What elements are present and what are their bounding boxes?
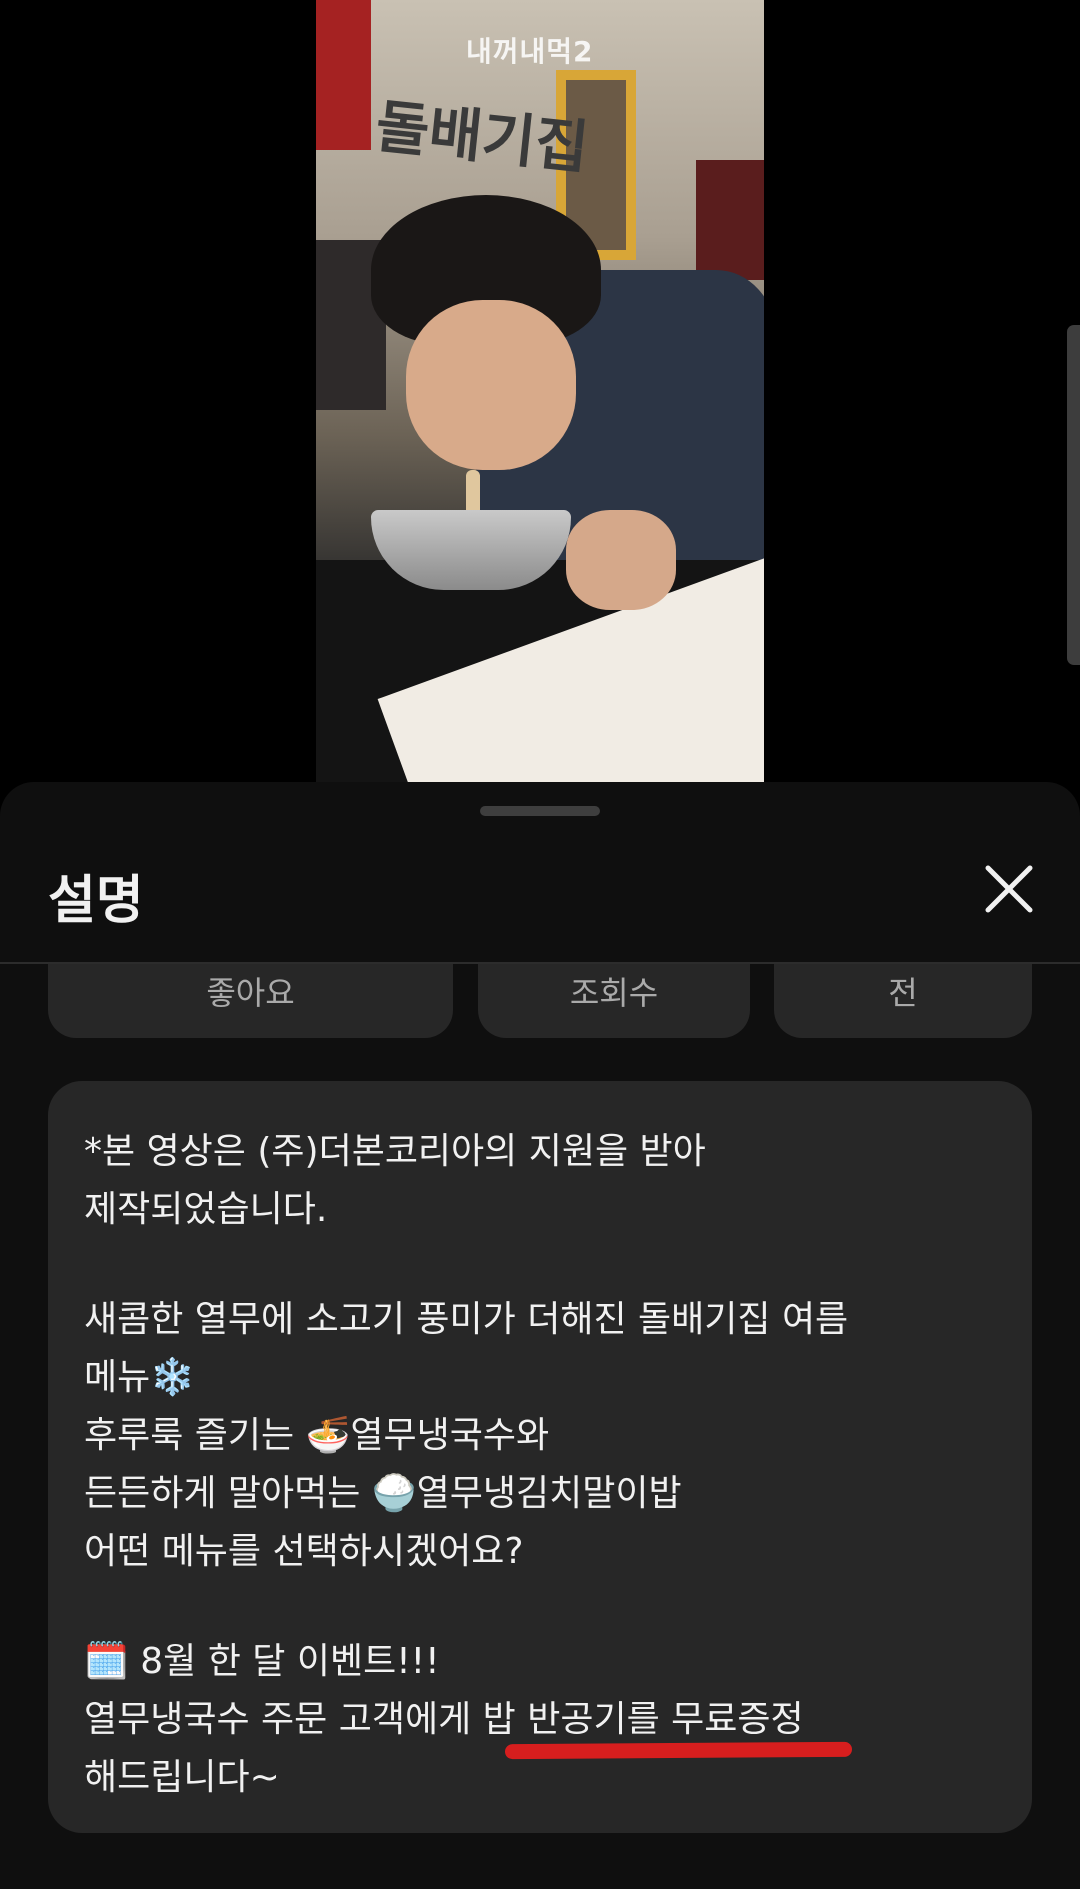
date-label: 전 — [888, 974, 918, 1012]
likes-stat[interactable]: 좋아요 — [48, 964, 453, 1038]
drag-handle[interactable] — [480, 806, 600, 816]
red-underline-mark — [504, 1741, 853, 1760]
sheet-title: 설명 — [48, 871, 144, 931]
person-face — [406, 300, 576, 470]
description-line: 후루룩 즐기는 🍜열무냉국수와 — [84, 1415, 550, 1456]
video-watermark: 내꺼내먹2 — [466, 35, 594, 68]
description-line: 제작되었습니다. — [84, 1189, 328, 1230]
close-icon — [985, 865, 1033, 913]
video-player[interactable]: 돌배기집 내꺼내먹2 — [0, 0, 1080, 790]
person-hand — [566, 510, 676, 610]
views-stat[interactable]: 조회수 — [478, 964, 750, 1038]
scrollbar-thumb[interactable] — [1067, 325, 1080, 665]
description-line: 새콤한 열무에 소고기 풍미가 더해진 돌배기집 여름 — [84, 1299, 849, 1340]
stats-row: 좋아요 조회수 전 — [0, 964, 1080, 1038]
description-line: 메뉴❄️ — [84, 1357, 196, 1398]
description-line: 🗓️ 8월 한 달 이벤트!!! — [84, 1641, 440, 1682]
description-line: 해드립니다~ — [84, 1757, 280, 1798]
poster-left — [316, 0, 371, 150]
description-line: 든든하게 말아먹는 🍚열무냉김치말이밥 — [84, 1473, 682, 1514]
description-line: *본 영상은 (주)더본코리아의 지원을 받아 — [84, 1131, 706, 1172]
video-frame[interactable]: 돌배기집 내꺼내먹2 — [316, 0, 764, 790]
likes-label: 좋아요 — [206, 974, 295, 1012]
date-stat[interactable]: 전 — [774, 964, 1032, 1038]
views-label: 조회수 — [569, 974, 659, 1012]
description-line: 어떤 메뉴를 선택하시겠어요? — [84, 1531, 524, 1572]
close-button[interactable] — [966, 858, 1052, 922]
description-line: 열무냉국수 주문 고객에게 밥 반공기를 무료증정 — [84, 1699, 804, 1740]
poster-right — [696, 160, 764, 280]
